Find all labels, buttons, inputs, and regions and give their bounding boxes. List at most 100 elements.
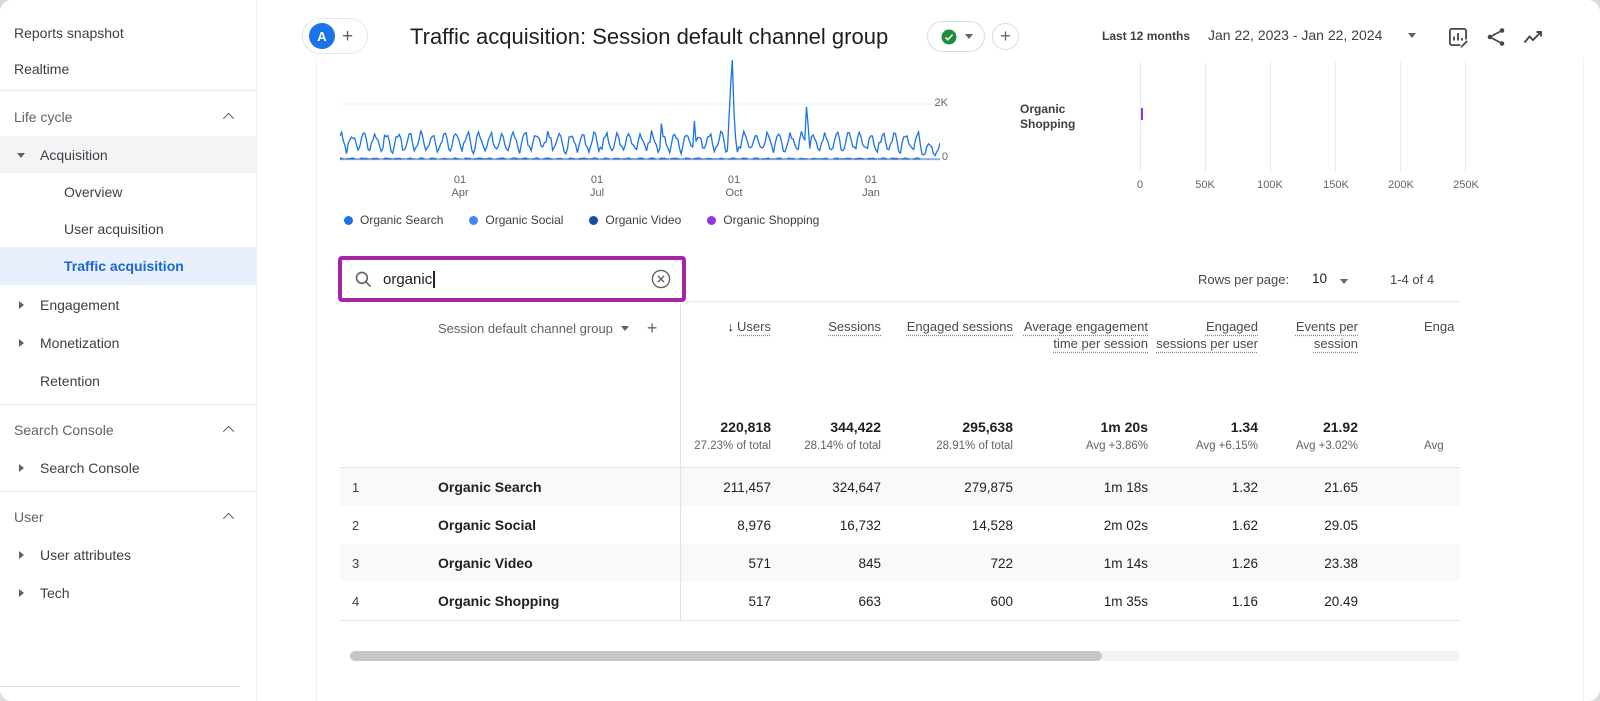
page-title: Traffic acquisition: Session default cha…	[410, 21, 888, 53]
annotation-search-highlight: organic	[338, 256, 686, 302]
table-search-input[interactable]: organic	[383, 271, 432, 288]
sidebar-divider	[0, 90, 256, 91]
sidebar-item-label: Reports snapshot	[14, 25, 124, 41]
channel-name: Organic Shopping	[380, 593, 680, 609]
expand-arrow-icon	[19, 551, 24, 559]
share-icon	[1484, 25, 1508, 49]
channel-name: Organic Social	[380, 517, 680, 533]
expand-arrow-icon	[19, 339, 24, 347]
cell-users: 211,457	[680, 480, 775, 495]
sidebar-section-user[interactable]: User	[0, 498, 256, 535]
totals-engaged-sessions: 295,63828.91% of total	[885, 418, 1017, 467]
chevron-down-icon[interactable]	[1340, 279, 1348, 284]
column-header-cut-off[interactable]: Enga	[1362, 318, 1460, 335]
column-header-engaged-sessions-per-user[interactable]: Engaged sessions per user	[1152, 318, 1262, 352]
sidebar-section-life-cycle[interactable]: Life cycle	[0, 98, 256, 135]
cell-engaged-sessions: 722	[885, 556, 1017, 571]
cell-avg-engagement-time: 2m 02s	[1017, 518, 1152, 533]
cell-sessions: 324,647	[775, 480, 885, 495]
x-axis-tick: 01Jan	[849, 174, 893, 200]
report-status-badge[interactable]	[927, 21, 985, 52]
rows-per-page-label: Rows per page:	[1198, 272, 1289, 287]
sidebar-item-reports-snapshot[interactable]: Reports snapshot	[0, 14, 256, 51]
legend-item-organic-shopping: Organic Shopping	[707, 213, 819, 227]
sidebar-item-acquisition[interactable]: Acquisition	[0, 136, 256, 173]
expand-arrow-icon	[19, 301, 24, 309]
totals-cut-off: Avg	[1362, 418, 1460, 467]
horizontal-scrollbar-thumb[interactable]	[350, 651, 1102, 661]
sidebar-item-user-acquisition[interactable]: User acquisition	[0, 210, 256, 247]
sidebar-item-label: Search Console	[40, 460, 140, 476]
column-label: Enga	[1424, 319, 1454, 334]
report-card-right-edge	[1583, 58, 1584, 701]
column-header-avg-engagement-time[interactable]: Average engagement time per session	[1017, 318, 1152, 352]
add-comparison-icon[interactable]	[342, 27, 353, 46]
clear-search-button[interactable]	[650, 268, 672, 290]
sidebar-item-tech[interactable]: Tech	[0, 574, 256, 611]
customize-report-button[interactable]	[1446, 25, 1470, 49]
column-header-users[interactable]: ↓Users	[680, 318, 775, 335]
avatar: A	[309, 23, 335, 49]
sidebar-item-monetization[interactable]: Monetization	[0, 324, 256, 361]
sidebar-item-label: User attributes	[40, 547, 131, 563]
bar-x-tick: 100K	[1248, 179, 1292, 191]
sidebar-item-label: Traffic acquisition	[64, 258, 184, 274]
column-header-engaged-sessions[interactable]: Engaged sessions	[885, 318, 1017, 335]
rows-per-page-select[interactable]: 10	[1312, 271, 1327, 286]
sidebar-item-search-console[interactable]: Search Console	[0, 449, 256, 486]
bar-organic-shopping	[1141, 108, 1143, 120]
cell-engaged-sessions: 14,528	[885, 518, 1017, 533]
table-row: 2 Organic Social 8,976 16,732 14,528 2m …	[340, 506, 1460, 544]
sidebar-item-user-attributes[interactable]: User attributes	[0, 536, 256, 573]
column-header-events-per-session[interactable]: Events per session	[1262, 318, 1362, 352]
chevron-down-icon[interactable]	[1408, 33, 1416, 38]
sidebar-item-retention[interactable]: Retention	[0, 362, 256, 399]
sidebar-item-label: Overview	[64, 184, 122, 200]
traffic-line-chart	[340, 56, 940, 168]
date-range-picker[interactable]: Jan 22, 2023 - Jan 22, 2024	[1208, 27, 1382, 43]
legend-dot	[344, 216, 353, 225]
column-label: Engaged sessions	[907, 319, 1013, 334]
sidebar-item-label: Retention	[40, 373, 100, 389]
expand-arrow-icon	[19, 464, 24, 472]
comparison-chip[interactable]: A	[302, 18, 368, 54]
cell-avg-engagement-time: 1m 35s	[1017, 594, 1152, 609]
add-dimension-button[interactable]	[647, 318, 658, 339]
chart-legend: Organic Search Organic Social Organic Vi…	[344, 213, 819, 227]
empty-cell	[380, 418, 680, 467]
tick-month: Jul	[575, 187, 619, 200]
x-axis-tick: 01Jul	[575, 174, 619, 200]
totals-sessions: 344,42228.14% of total	[775, 418, 885, 467]
report-nav-sidebar: Reports snapshot Realtime Life cycle Acq…	[0, 0, 257, 701]
report-card-left-edge	[316, 58, 317, 701]
chevron-down-icon	[965, 34, 973, 39]
add-report-button[interactable]	[992, 23, 1019, 50]
table-row: 3 Organic Video 571 845 722 1m 14s 1.26 …	[340, 544, 1460, 582]
chevron-down-icon	[621, 326, 629, 331]
cell-engaged-per-user: 1.16	[1152, 594, 1262, 609]
row-number: 1	[340, 480, 380, 495]
table-row: 4 Organic Shopping 517 663 600 1m 35s 1.…	[340, 582, 1460, 620]
text-cursor	[433, 271, 435, 288]
tick-month: Apr	[438, 187, 482, 200]
sort-descending-icon: ↓	[728, 318, 735, 335]
sidebar-item-label: Monetization	[40, 335, 119, 351]
share-report-button[interactable]	[1484, 25, 1508, 49]
horizontal-scrollbar-track	[350, 651, 1460, 661]
users-bar-chart	[1140, 62, 1466, 174]
bar-x-tick: 200K	[1379, 179, 1423, 191]
sidebar-item-traffic-acquisition[interactable]: Traffic acquisition	[0, 247, 256, 285]
sidebar-item-overview[interactable]: Overview	[0, 173, 256, 210]
insights-button[interactable]	[1521, 25, 1545, 49]
cell-sessions: 16,732	[775, 518, 885, 533]
sidebar-item-label: User acquisition	[64, 221, 164, 237]
cell-engaged-per-user: 1.62	[1152, 518, 1262, 533]
column-header-sessions[interactable]: Sessions	[775, 318, 885, 335]
bar-x-tick: 50K	[1183, 179, 1227, 191]
dimension-header[interactable]: Session default channel group	[380, 318, 680, 339]
sidebar-item-realtime[interactable]: Realtime	[0, 50, 256, 87]
sidebar-section-search-console[interactable]: Search Console	[0, 411, 256, 448]
cell-events-per-session: 20.49	[1262, 594, 1362, 609]
sidebar-item-engagement[interactable]: Engagement	[0, 286, 256, 323]
legend-dot	[707, 216, 716, 225]
